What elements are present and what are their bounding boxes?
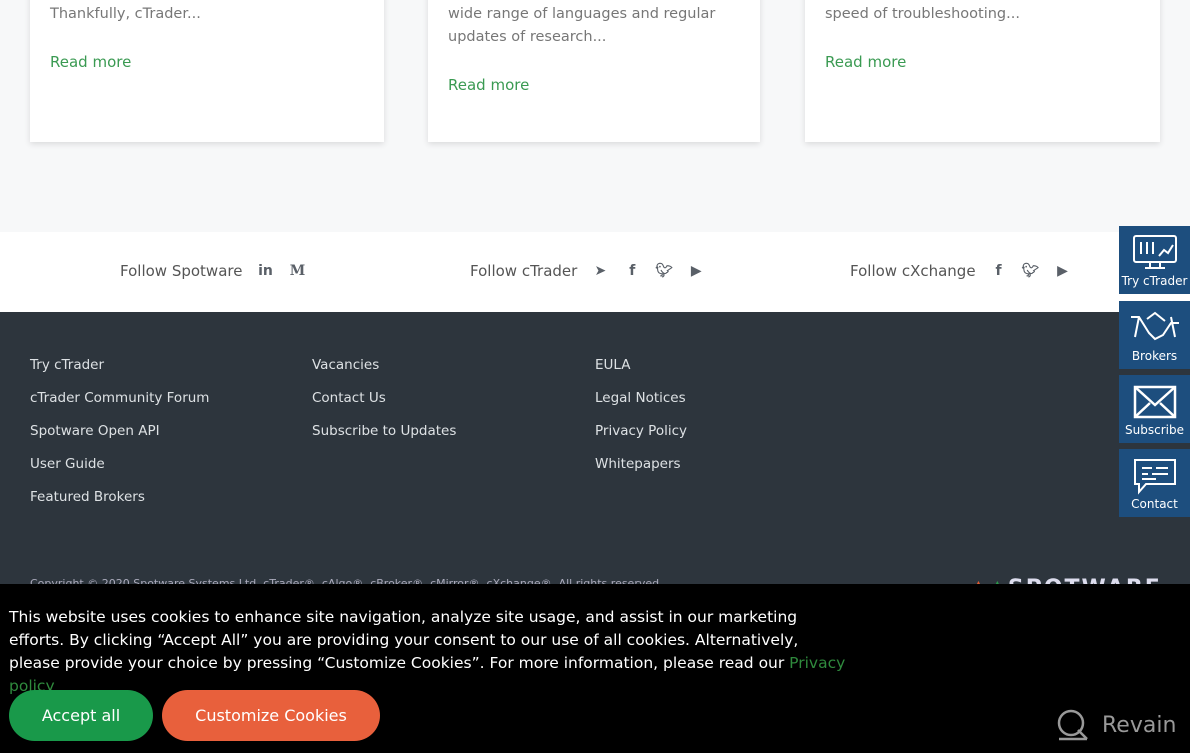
follow-cxchange: Follow cXchange f 🐦︎ ▶ xyxy=(850,262,1072,280)
footer-link[interactable]: Whitepapers xyxy=(595,455,687,474)
card-excerpt: speed of troubleshooting... xyxy=(825,6,1020,22)
footer-link[interactable]: Privacy Policy xyxy=(595,422,687,441)
cookie-banner: This website uses cookies to enhance sit… xyxy=(0,584,1190,753)
customize-cookies-button[interactable]: Customize Cookies xyxy=(162,690,380,741)
facebook-icon[interactable]: f xyxy=(990,263,1008,279)
twitter-icon[interactable]: 🐦︎ xyxy=(655,263,673,279)
footer-col-2: Vacancies Contact Us Subscribe to Update… xyxy=(312,356,456,441)
footer-link[interactable]: Try cTrader xyxy=(30,356,209,375)
article-card: Thankfully, cTrader... Read more xyxy=(30,0,384,142)
footer-link[interactable]: Featured Brokers xyxy=(30,488,209,507)
footer-link[interactable]: EULA xyxy=(595,356,687,375)
card-excerpt: Thankfully, cTrader... xyxy=(50,6,201,22)
revain-logo-icon xyxy=(1057,709,1088,741)
telegram-icon[interactable]: ➤ xyxy=(591,263,609,279)
side-label: Brokers xyxy=(1131,349,1178,363)
follow-ctrader: Follow cTrader ➤ f 🐦︎ ▶ xyxy=(470,262,705,280)
envelope-icon xyxy=(1133,385,1176,419)
footer-link[interactable]: User Guide xyxy=(30,455,209,474)
footer-col-1: Try cTrader cTrader Community Forum Spot… xyxy=(30,356,209,507)
subscribe-button[interactable]: Subscribe xyxy=(1119,375,1190,443)
brokers-button[interactable]: Brokers xyxy=(1119,301,1190,369)
footer-link[interactable]: Legal Notices xyxy=(595,389,687,408)
follow-label: Follow cTrader xyxy=(470,262,578,280)
youtube-icon[interactable]: ▶ xyxy=(1054,263,1072,279)
facebook-icon[interactable]: f xyxy=(623,263,641,279)
handshake-icon xyxy=(1130,311,1179,341)
card-excerpt: wide range of languages and regular upda… xyxy=(448,6,716,45)
footer-link[interactable]: Spotware Open API xyxy=(30,422,209,441)
article-card: wide range of languages and regular upda… xyxy=(428,0,760,142)
side-label: Try cTrader xyxy=(1121,274,1188,288)
try-ctrader-button[interactable]: Try cTrader xyxy=(1119,226,1190,294)
footer-col-3: EULA Legal Notices Privacy Policy Whitep… xyxy=(595,356,687,474)
read-more-link[interactable]: Read more xyxy=(448,76,529,94)
revain-watermark: Revain xyxy=(1056,708,1176,742)
chat-bubble-icon xyxy=(1133,459,1176,495)
linkedin-icon[interactable]: in xyxy=(256,263,274,279)
twitter-icon[interactable]: 🐦︎ xyxy=(1022,263,1040,279)
read-more-link[interactable]: Read more xyxy=(50,53,131,71)
side-label: Contact xyxy=(1131,497,1178,511)
follow-label: Follow Spotware xyxy=(120,262,243,280)
medium-icon[interactable]: M xyxy=(288,263,306,279)
footer-link[interactable]: cTrader Community Forum xyxy=(30,389,209,408)
footer-link[interactable]: Subscribe to Updates xyxy=(312,422,456,441)
youtube-icon[interactable]: ▶ xyxy=(687,263,705,279)
side-label: Subscribe xyxy=(1125,423,1184,437)
contact-button[interactable]: Contact xyxy=(1119,449,1190,517)
cookie-text: This website uses cookies to enhance sit… xyxy=(9,608,846,695)
article-card: speed of troubleshooting... Read more xyxy=(805,0,1160,142)
follow-label: Follow cXchange xyxy=(850,262,976,280)
footer-link[interactable]: Contact Us xyxy=(312,389,456,408)
footer-link[interactable]: Vacancies xyxy=(312,356,456,375)
read-more-link[interactable]: Read more xyxy=(825,53,906,71)
chart-monitor-icon xyxy=(1132,235,1177,269)
follow-spotware: Follow Spotware in M xyxy=(120,262,306,280)
accept-all-button[interactable]: Accept all xyxy=(9,690,153,741)
